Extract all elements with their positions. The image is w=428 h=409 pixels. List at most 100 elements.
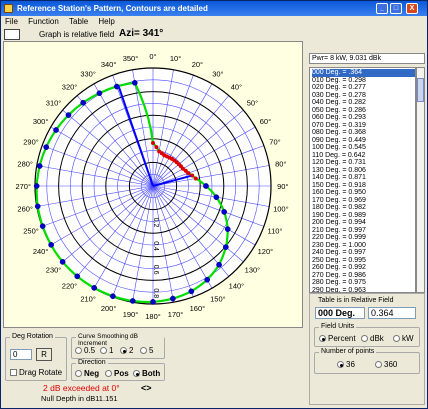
smoothing-2-radio[interactable]: 2 xyxy=(120,346,133,355)
points-360-radio[interactable]: 360 xyxy=(375,360,397,369)
power-text: Pwr= 8 kW, xyxy=(312,55,348,62)
table-row[interactable]: 080 Deg. = 0.368 xyxy=(312,129,415,137)
degree-field[interactable]: 000 Deg. xyxy=(315,307,365,319)
table-row[interactable]: 100 Deg. = 0.545 xyxy=(312,144,415,152)
table-row[interactable]: 010 Deg. = 0.298 xyxy=(312,77,415,85)
polar-plot: 0.8 0.6 0.4 0.2 0° 10° 20° 30° 40° 50°60° 70° 80° 90… xyxy=(15,52,288,321)
points-36-radio[interactable]: 36 xyxy=(337,360,355,369)
ring-label: 0.8 xyxy=(152,288,159,298)
polar-plot-area[interactable]: 0.8 0.6 0.4 0.2 0° 10° 20° 30° 40° 50° 60° 70° 80° 90… xyxy=(3,41,303,328)
smoothing-1-radio[interactable]: 1 xyxy=(100,346,113,355)
data-point xyxy=(224,226,231,232)
angle-label: 200° xyxy=(101,304,117,313)
angle-label: 300° xyxy=(33,117,49,126)
drag-rotate-checkbox[interactable]: Drag Rotate xyxy=(10,368,62,377)
angle-label: 0° xyxy=(149,52,156,61)
table-row[interactable]: 020 Deg. = 0.277 xyxy=(312,84,415,92)
data-point xyxy=(96,90,103,97)
scrollbar-thumb[interactable] xyxy=(417,78,424,102)
data-point xyxy=(216,261,222,268)
field-panel: Table is in Relative Field 000 Deg. 0.36… xyxy=(309,293,425,405)
data-point xyxy=(43,144,50,150)
table-row[interactable]: 050 Deg. = 0.286 xyxy=(312,107,415,115)
table-row[interactable]: 070 Deg. = 0.319 xyxy=(312,122,415,130)
table-row[interactable]: 140 Deg. = 0.871 xyxy=(312,174,415,182)
units-dbk-radio[interactable]: dBk xyxy=(361,334,384,343)
data-point xyxy=(91,285,98,291)
radio-icon xyxy=(100,347,107,355)
table-row[interactable]: 110 Deg. = 0.642 xyxy=(312,152,415,160)
angle-label: 310° xyxy=(46,99,62,108)
table-row[interactable]: 210 Deg. = 0.997 xyxy=(312,227,415,235)
radio-icon xyxy=(105,370,112,378)
azimuth-readout: Azi= 341° xyxy=(119,28,164,39)
table-row[interactable]: 220 Deg. = 0.999 xyxy=(312,234,415,242)
toolbar-icon[interactable] xyxy=(4,29,20,40)
angle-label: 260° xyxy=(17,205,33,214)
table-row[interactable]: 030 Deg. = 0.278 xyxy=(312,92,415,100)
main-window: Reference Station's Pattern, Contours ar… xyxy=(0,0,428,409)
menu-help[interactable]: Help xyxy=(94,16,118,28)
maximize-button[interactable]: □ xyxy=(390,3,402,14)
table-scrollbar[interactable] xyxy=(416,67,425,293)
angle-label: 60° xyxy=(260,117,271,126)
direction-both-radio[interactable]: Both xyxy=(133,369,160,378)
table-row[interactable]: 270 Deg. = 0.986 xyxy=(312,272,415,280)
table-row[interactable]: 170 Deg. = 0.969 xyxy=(312,197,415,205)
angle-label: 20° xyxy=(192,60,203,69)
table-row[interactable]: 240 Deg. = 0.997 xyxy=(312,249,415,257)
units-percent-radio[interactable]: Percent xyxy=(319,334,356,343)
table-row[interactable]: 250 Deg. = 0.995 xyxy=(312,257,415,265)
menu-file[interactable]: File xyxy=(1,16,22,28)
units-dbk-label: dBk xyxy=(370,334,384,343)
pattern-table-list[interactable]: 000 Deg. = .364 010 Deg. = 0.298 020 Deg. … xyxy=(309,67,416,293)
table-row[interactable]: 160 Deg. = 0.950 xyxy=(312,189,415,197)
table-row[interactable]: 180 Deg. = 0.982 xyxy=(312,204,415,212)
table-row[interactable]: 000 Deg. = .364 xyxy=(312,69,415,77)
smoothing-5-radio[interactable]: 5 xyxy=(140,346,153,355)
menu-function[interactable]: Function xyxy=(24,16,63,28)
data-point xyxy=(74,273,81,280)
null-marker xyxy=(186,171,191,176)
drag-rotate-label: Drag Rotate xyxy=(19,368,63,377)
radio-icon xyxy=(140,347,147,355)
table-row[interactable]: 090 Deg. = 0.449 xyxy=(312,137,415,145)
minimize-button[interactable]: _ xyxy=(376,3,388,14)
table-row[interactable]: 130 Deg. = 0.806 xyxy=(312,167,415,175)
arrows-indicator[interactable]: <> xyxy=(141,383,152,393)
table-row[interactable]: 260 Deg. = 0.992 xyxy=(312,264,415,272)
title-bar[interactable]: Reference Station's Pattern, Contours ar… xyxy=(1,1,427,16)
angle-label: 50° xyxy=(247,99,258,108)
angle-label: 350° xyxy=(123,54,139,63)
data-point xyxy=(213,194,220,201)
rotate-r-button[interactable]: R xyxy=(36,348,52,361)
table-row[interactable]: 230 Deg. = 1.000 xyxy=(312,242,415,250)
ring-label: 0.2 xyxy=(152,218,159,228)
direction-pos-radio[interactable]: Pos xyxy=(105,369,129,378)
rotation-input[interactable]: 0 xyxy=(10,349,32,360)
menu-table[interactable]: Table xyxy=(65,16,92,28)
null-marker xyxy=(154,145,159,150)
data-point xyxy=(170,295,176,302)
units-kw-radio[interactable]: kW xyxy=(393,334,414,343)
table-row[interactable]: 200 Deg. = 0.994 xyxy=(312,219,415,227)
data-point xyxy=(39,223,46,230)
value-field[interactable]: 0.364 xyxy=(368,307,416,319)
radio-icon xyxy=(393,335,400,343)
table-row[interactable]: 040 Deg. = 0.282 xyxy=(312,99,415,107)
close-button[interactable]: X xyxy=(406,3,418,14)
table-row[interactable]: 280 Deg. = 0.975 xyxy=(312,279,415,287)
controls-panel: Deg Rotation 0 R Drag Rotate Curve Smoot… xyxy=(3,331,303,405)
smoothing-0-5-radio[interactable]: 0.5 xyxy=(75,346,95,355)
data-point xyxy=(131,79,138,86)
direction-neg-radio[interactable]: Neg xyxy=(75,369,99,378)
ring-label: 0.6 xyxy=(152,265,159,275)
table-row[interactable]: 120 Deg. = 0.731 xyxy=(312,159,415,167)
data-point xyxy=(48,241,54,248)
table-row[interactable]: 190 Deg. = 0.989 xyxy=(312,212,415,220)
direction-caption: Direction xyxy=(76,359,108,366)
table-row[interactable]: 150 Deg. = 0.918 xyxy=(312,182,415,190)
power-info: Pwr= 8 kW, 9.031 dBk xyxy=(309,53,425,64)
units-percent-label: Percent xyxy=(328,334,356,343)
table-row[interactable]: 060 Deg. = 0.293 xyxy=(312,114,415,122)
